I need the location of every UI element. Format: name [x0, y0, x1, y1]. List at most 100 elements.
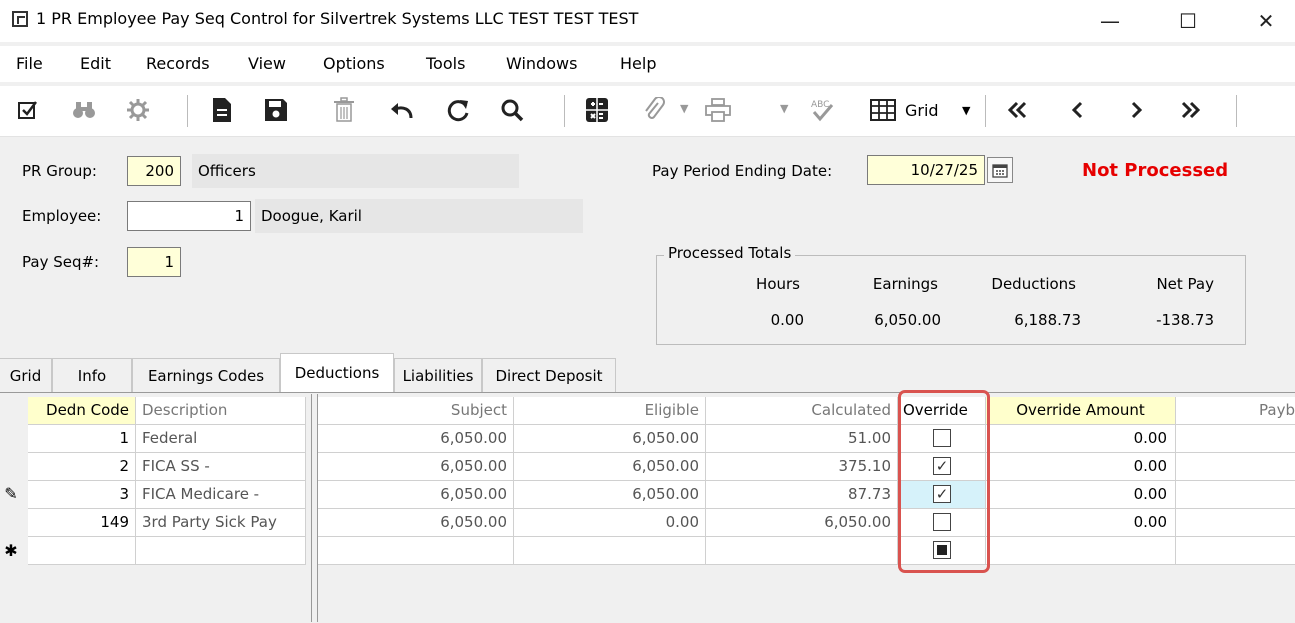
edit-check-icon[interactable] — [10, 92, 46, 128]
col-dedn-code-header[interactable]: Dedn Code — [28, 397, 136, 425]
tab-info[interactable]: Info — [52, 358, 132, 392]
row4-eligible[interactable]: 0.00 — [514, 509, 706, 537]
employee-name: Doogue, Karil — [255, 199, 583, 233]
menu-view[interactable]: View — [248, 54, 286, 73]
new-row-override-amount[interactable] — [986, 537, 1176, 565]
row4-calculated[interactable]: 6,050.00 — [706, 509, 898, 537]
row2-description[interactable]: FICA SS - — [136, 453, 306, 481]
menu-edit[interactable]: Edit — [80, 54, 111, 73]
menu-records[interactable]: Records — [146, 54, 210, 73]
row1-subject[interactable]: 6,050.00 — [318, 425, 514, 453]
row4-override-amount[interactable]: 0.00 — [986, 509, 1176, 537]
grid-icon[interactable] — [862, 92, 904, 128]
row3-description[interactable]: FICA Medicare - — [136, 481, 306, 509]
svg-text:ABC: ABC — [811, 100, 829, 110]
col-eligible-header[interactable]: Eligible — [514, 397, 706, 425]
next-record-icon[interactable] — [1118, 92, 1154, 128]
row4-payback[interactable] — [1176, 509, 1295, 537]
tab-grid[interactable]: Grid — [0, 358, 52, 392]
new-document-icon[interactable] — [204, 92, 240, 128]
row2-override-amount[interactable]: 0.00 — [986, 453, 1176, 481]
row4-subject[interactable]: 6,050.00 — [318, 509, 514, 537]
save-icon[interactable] — [258, 92, 294, 128]
menu-help[interactable]: Help — [620, 54, 656, 73]
window-title: 1 PR Employee Pay Seq Control for Silver… — [36, 9, 639, 28]
row3-eligible[interactable]: 6,050.00 — [514, 481, 706, 509]
row3-calculated[interactable]: 87.73 — [706, 481, 898, 509]
new-row-calculated[interactable] — [706, 537, 898, 565]
new-row-dedn-code[interactable] — [28, 537, 136, 565]
employee-label: Employee: — [22, 207, 102, 225]
row2-eligible[interactable]: 6,050.00 — [514, 453, 706, 481]
pr-group-description: Officers — [192, 154, 519, 188]
binoculars-icon[interactable] — [66, 92, 102, 128]
menu-file[interactable]: File — [16, 54, 43, 73]
tab-liabilities[interactable]: Liabilities — [394, 358, 482, 392]
grid-view-dropdown-icon[interactable]: ▼ — [962, 104, 970, 117]
totals-deductions-header: Deductions — [991, 275, 1076, 293]
minimize-button[interactable]: — — [1090, 4, 1130, 38]
row2-calculated[interactable]: 375.10 — [706, 453, 898, 481]
row1-dedn-code[interactable]: 1 — [28, 425, 136, 453]
calculator-icon[interactable] — [579, 92, 615, 128]
grid-splitter[interactable] — [311, 394, 318, 622]
row3-override-amount[interactable]: 0.00 — [986, 481, 1176, 509]
delete-icon[interactable] — [326, 92, 362, 128]
tab-earnings-codes[interactable]: Earnings Codes — [132, 358, 280, 392]
col-payback-header[interactable]: Payb — [1176, 397, 1295, 425]
tab-direct-deposit[interactable]: Direct Deposit — [482, 358, 616, 392]
previous-record-icon[interactable] — [1060, 92, 1096, 128]
row2-dedn-code[interactable]: 2 — [28, 453, 136, 481]
edit-row-pencil-icon: ✎ — [4, 484, 18, 503]
row1-eligible[interactable]: 6,050.00 — [514, 425, 706, 453]
row3-subject[interactable]: 6,050.00 — [318, 481, 514, 509]
col-calculated-header[interactable]: Calculated — [706, 397, 898, 425]
pay-period-label: Pay Period Ending Date: — [652, 162, 833, 180]
app-icon — [12, 11, 28, 27]
row1-description[interactable]: Federal — [136, 425, 306, 453]
tab-deductions[interactable]: Deductions — [280, 353, 394, 393]
new-row-eligible[interactable] — [514, 537, 706, 565]
row2-subject[interactable]: 6,050.00 — [318, 453, 514, 481]
menu-windows[interactable]: Windows — [506, 54, 577, 73]
settings-icon[interactable] — [120, 92, 156, 128]
search-icon[interactable] — [494, 92, 530, 128]
new-row-subject[interactable] — [318, 537, 514, 565]
row4-dedn-code[interactable]: 149 — [28, 509, 136, 537]
row2-payback[interactable] — [1176, 453, 1295, 481]
pay-period-input[interactable]: 10/27/25 — [867, 155, 985, 185]
col-override-amount-header[interactable]: Override Amount — [986, 397, 1176, 425]
row3-payback[interactable] — [1176, 481, 1295, 509]
status-badge: Not Processed — [1082, 160, 1229, 181]
new-row-payback[interactable] — [1176, 537, 1295, 565]
calendar-icon[interactable] — [987, 157, 1013, 183]
pay-seq-label: Pay Seq#: — [22, 253, 100, 271]
menu-options[interactable]: Options — [323, 54, 385, 73]
new-row-asterisk-icon: ✱ — [4, 541, 18, 560]
row1-override-amount[interactable]: 0.00 — [986, 425, 1176, 453]
totals-deductions-value: 6,188.73 — [1014, 311, 1081, 329]
maximize-button[interactable]: ☐ — [1168, 4, 1208, 38]
refresh-icon[interactable] — [440, 92, 476, 128]
close-button[interactable]: ✕ — [1246, 4, 1286, 38]
processed-totals-group — [656, 255, 1246, 345]
totals-net-pay-header: Net Pay — [1156, 275, 1214, 293]
new-row-description[interactable] — [136, 537, 306, 565]
col-subject-header[interactable]: Subject — [318, 397, 514, 425]
spellcheck-icon[interactable]: ABC — [804, 92, 840, 128]
row1-payback[interactable] — [1176, 425, 1295, 453]
print-icon[interactable] — [700, 92, 736, 128]
undo-icon[interactable] — [384, 92, 420, 128]
employee-input[interactable]: 1 — [127, 201, 251, 231]
pay-seq-input[interactable]: 1 — [127, 247, 181, 277]
row4-description[interactable]: 3rd Party Sick Pay — [136, 509, 306, 537]
grid-view-label[interactable]: Grid — [905, 101, 939, 120]
row3-dedn-code[interactable]: 3 — [28, 481, 136, 509]
pr-group-input[interactable]: 200 — [127, 156, 181, 186]
row1-calculated[interactable]: 51.00 — [706, 425, 898, 453]
first-record-icon[interactable] — [1000, 92, 1036, 128]
menu-tools[interactable]: Tools — [426, 54, 465, 73]
attachment-icon[interactable] — [636, 92, 672, 128]
last-record-icon[interactable] — [1172, 92, 1208, 128]
col-description-header[interactable]: Description — [136, 397, 306, 425]
